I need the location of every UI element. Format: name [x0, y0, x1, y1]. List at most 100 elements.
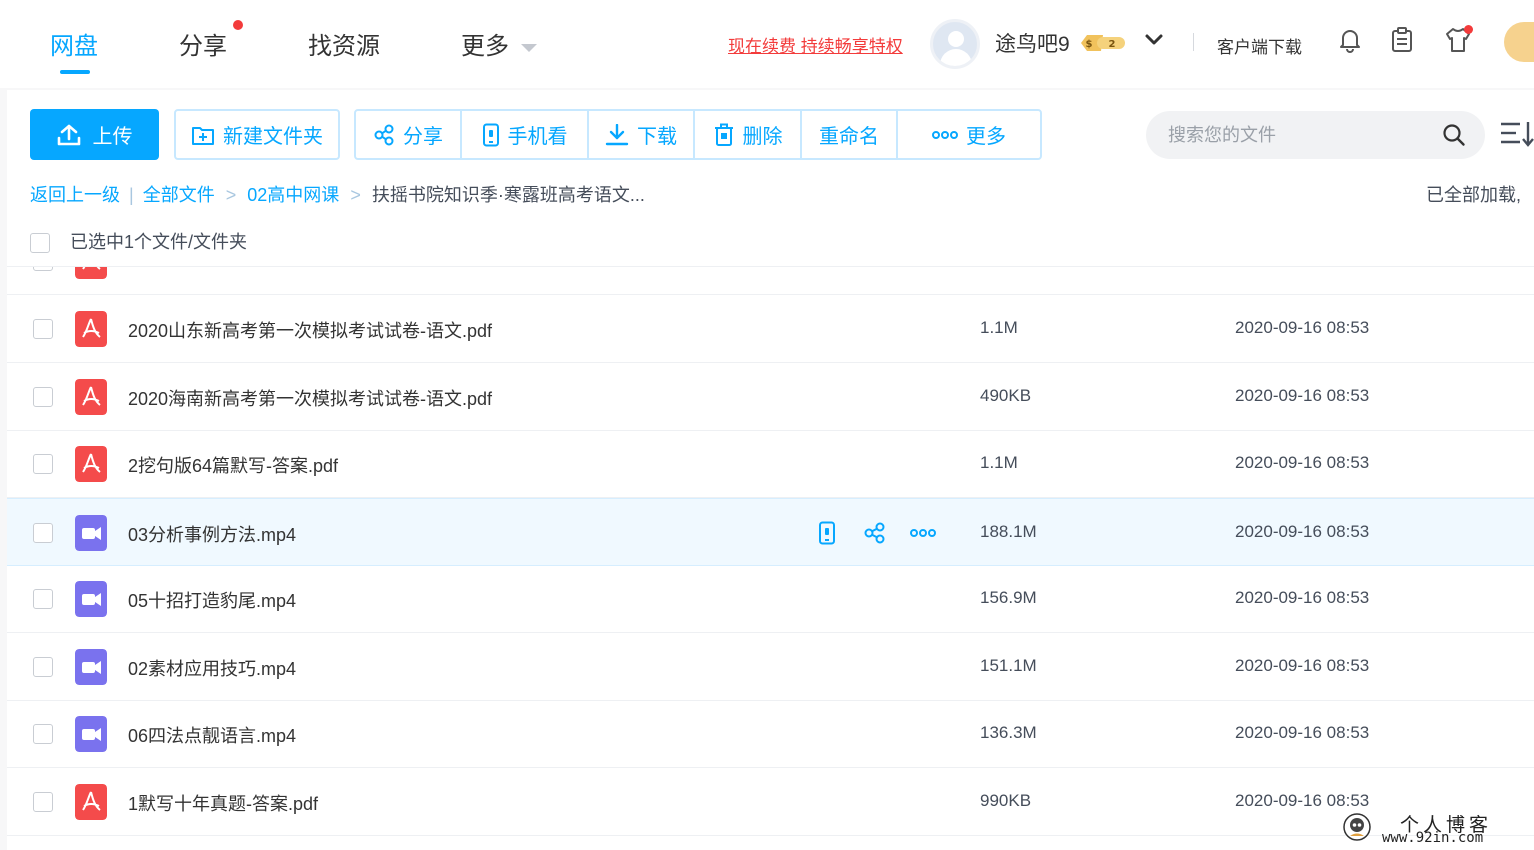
coin-icon[interactable] — [1504, 22, 1534, 62]
pdf-file-icon — [75, 267, 107, 279]
new-folder-button[interactable]: 新建文件夹 — [174, 109, 340, 160]
more-icon — [932, 130, 958, 139]
table-row[interactable]: 02素材应用技巧.mp4 151.1M 2020-09-16 08:53 — [7, 633, 1534, 701]
file-date: 2020-09-16 08:53 — [1235, 386, 1370, 405]
table-row[interactable]: 05十招打造豹尾.mp4 156.9M 2020-09-16 08:53 — [7, 565, 1534, 633]
breadcrumb-separator: > — [350, 185, 361, 205]
video-file-icon — [75, 716, 107, 752]
share-label: 分享 — [403, 126, 443, 148]
table-row[interactable]: 2020海南新高考第一次模拟考试试卷-语文.pdf 490KB 2020-09-… — [7, 363, 1534, 431]
selection-bar: 已选中1个文件/文件夹 — [30, 228, 247, 254]
breadcrumb: 返回上一级 | 全部文件 > 02高中网课 > 扶摇书院知识季·寒露班高考语文.… — [30, 181, 645, 207]
table-row[interactable]: 2020山东新高考第一次模拟考试试卷-语文.pdf 1.1M 2020-09-1… — [7, 295, 1534, 363]
phone-icon[interactable] — [815, 521, 839, 545]
clipboard-icon[interactable] — [1388, 26, 1416, 54]
video-file-icon — [75, 515, 107, 551]
breadcrumb-back[interactable]: 返回上一级 — [30, 185, 120, 205]
table-row[interactable]: 06四法点靓语言.mp4 136.3M 2020-09-16 08:53 — [7, 700, 1534, 768]
row-checkbox[interactable] — [33, 267, 53, 271]
row-checkbox[interactable] — [33, 589, 53, 609]
upload-button[interactable]: 上传 — [30, 109, 159, 160]
table-row[interactable]: 1默写十年真题-答案.pdf 990KB 2020-09-16 08:53 — [7, 768, 1534, 836]
video-file-icon — [75, 581, 107, 617]
row-checkbox[interactable] — [33, 387, 53, 407]
row-checkbox[interactable] — [33, 724, 53, 744]
upload-icon — [57, 124, 80, 145]
mobile-view-label: 手机看 — [507, 126, 568, 148]
file-size: 1.1M — [980, 453, 1018, 472]
blog-logo-icon — [1343, 813, 1371, 841]
chevron-down-icon — [521, 43, 537, 52]
renew-vip-link[interactable]: 现在续费 持续畅享特权 — [728, 32, 903, 57]
rename-button[interactable]: 重命名 — [802, 111, 898, 158]
download-button[interactable]: 下载 — [589, 111, 695, 158]
breadcrumb-folder[interactable]: 02高中网课 — [247, 185, 339, 205]
file-size: 188.1M — [980, 522, 1037, 541]
file-name[interactable]: 2020海南新高考第一次模拟考试试卷-语文.pdf — [128, 385, 492, 411]
file-name[interactable]: 2挖句版64篇默写-答案.pdf — [128, 452, 338, 478]
file-name[interactable]: 05十招打造豹尾.mp4 — [128, 587, 296, 613]
file-size: 151.1M — [980, 656, 1037, 675]
nav-tab-find-resources[interactable]: 找资源 — [308, 26, 380, 61]
selection-count: 已选中1个文件/文件夹 — [70, 232, 248, 252]
row-checkbox[interactable] — [33, 792, 53, 812]
table-row[interactable]: 2挖句版64篇默写-答案.pdf 1.1M 2020-09-16 08:53 — [7, 430, 1534, 498]
select-all-checkbox[interactable] — [30, 233, 50, 254]
pdf-file-icon — [75, 379, 107, 415]
file-date: 2020-09-16 08:53 — [1235, 522, 1370, 541]
avatar-head — [948, 31, 964, 47]
new-folder-icon — [192, 126, 214, 145]
vip-level-badge: $ 2 — [1081, 35, 1125, 51]
pdf-file-icon — [75, 311, 107, 347]
breadcrumb-current: 扶摇书院知识季·寒露班高考语文... — [371, 185, 645, 205]
nav-tab-more[interactable]: 更多 — [461, 26, 537, 61]
nav-tab-netdisk[interactable]: 网盘 — [50, 26, 98, 61]
search-input[interactable] — [1168, 121, 1428, 149]
trash-icon — [714, 123, 733, 146]
share-icon — [374, 124, 394, 145]
file-name[interactable]: 2020山东新高考第一次模拟考试试卷-语文.pdf — [128, 317, 492, 343]
skin-notification-dot — [1464, 25, 1473, 34]
search-icon[interactable] — [1442, 123, 1466, 147]
vip-level-number: 2 — [1109, 39, 1116, 50]
file-list: 2020山东新高考第一次模拟考试试卷-语文.pdf 1.1M 2020-09-1… — [7, 266, 1534, 850]
loaded-status: 已全部加载, — [1426, 185, 1522, 205]
mobile-view-button[interactable]: 手机看 — [462, 111, 589, 158]
pdf-file-icon — [75, 446, 107, 482]
row-checkbox[interactable] — [33, 523, 53, 543]
avatar[interactable] — [930, 19, 980, 69]
file-size: 1.1M — [980, 318, 1018, 337]
delete-label: 删除 — [742, 126, 783, 148]
row-checkbox[interactable] — [33, 657, 53, 677]
divider — [1193, 33, 1194, 51]
share-button[interactable]: 分享 — [356, 111, 462, 158]
download-icon — [605, 123, 629, 145]
row-checkbox[interactable] — [33, 319, 53, 339]
breadcrumb-all-files[interactable]: 全部文件 — [143, 185, 215, 205]
table-row[interactable] — [7, 267, 1534, 295]
share-notification-dot — [233, 20, 243, 30]
share-icon[interactable] — [863, 521, 887, 545]
file-date: 2020-09-16 08:53 — [1235, 723, 1370, 742]
sort-icon[interactable] — [1500, 120, 1534, 148]
nav-tab-share[interactable]: 分享 — [179, 26, 227, 61]
pdf-file-icon — [75, 784, 107, 820]
file-name[interactable]: 03分析事例方法.mp4 — [128, 521, 296, 547]
avatar-shoulders — [940, 49, 972, 66]
client-download-link[interactable]: 客户端下载 — [1217, 33, 1302, 58]
phone-icon — [482, 123, 499, 146]
more-icon[interactable] — [909, 521, 937, 545]
breadcrumb-separator: > — [225, 185, 237, 205]
nav-tab-more-label: 更多 — [461, 33, 509, 60]
more-actions-button[interactable]: 更多 — [898, 111, 1040, 158]
user-menu-chevron-icon[interactable] — [1144, 30, 1164, 50]
file-date: 2020-09-16 08:53 — [1235, 453, 1370, 472]
username[interactable]: 途鸟吧9 — [995, 28, 1070, 58]
file-name[interactable]: 1默写十年真题-答案.pdf — [128, 790, 318, 816]
file-name[interactable]: 02素材应用技巧.mp4 — [128, 655, 296, 681]
bell-icon[interactable] — [1336, 26, 1364, 54]
delete-button[interactable]: 删除 — [695, 111, 802, 158]
table-row-hovered[interactable]: 03分析事例方法.mp4 188.1M 2020-09-16 08:53 — [7, 498, 1534, 566]
row-checkbox[interactable] — [33, 454, 53, 474]
file-name[interactable]: 06四法点靓语言.mp4 — [128, 722, 296, 748]
